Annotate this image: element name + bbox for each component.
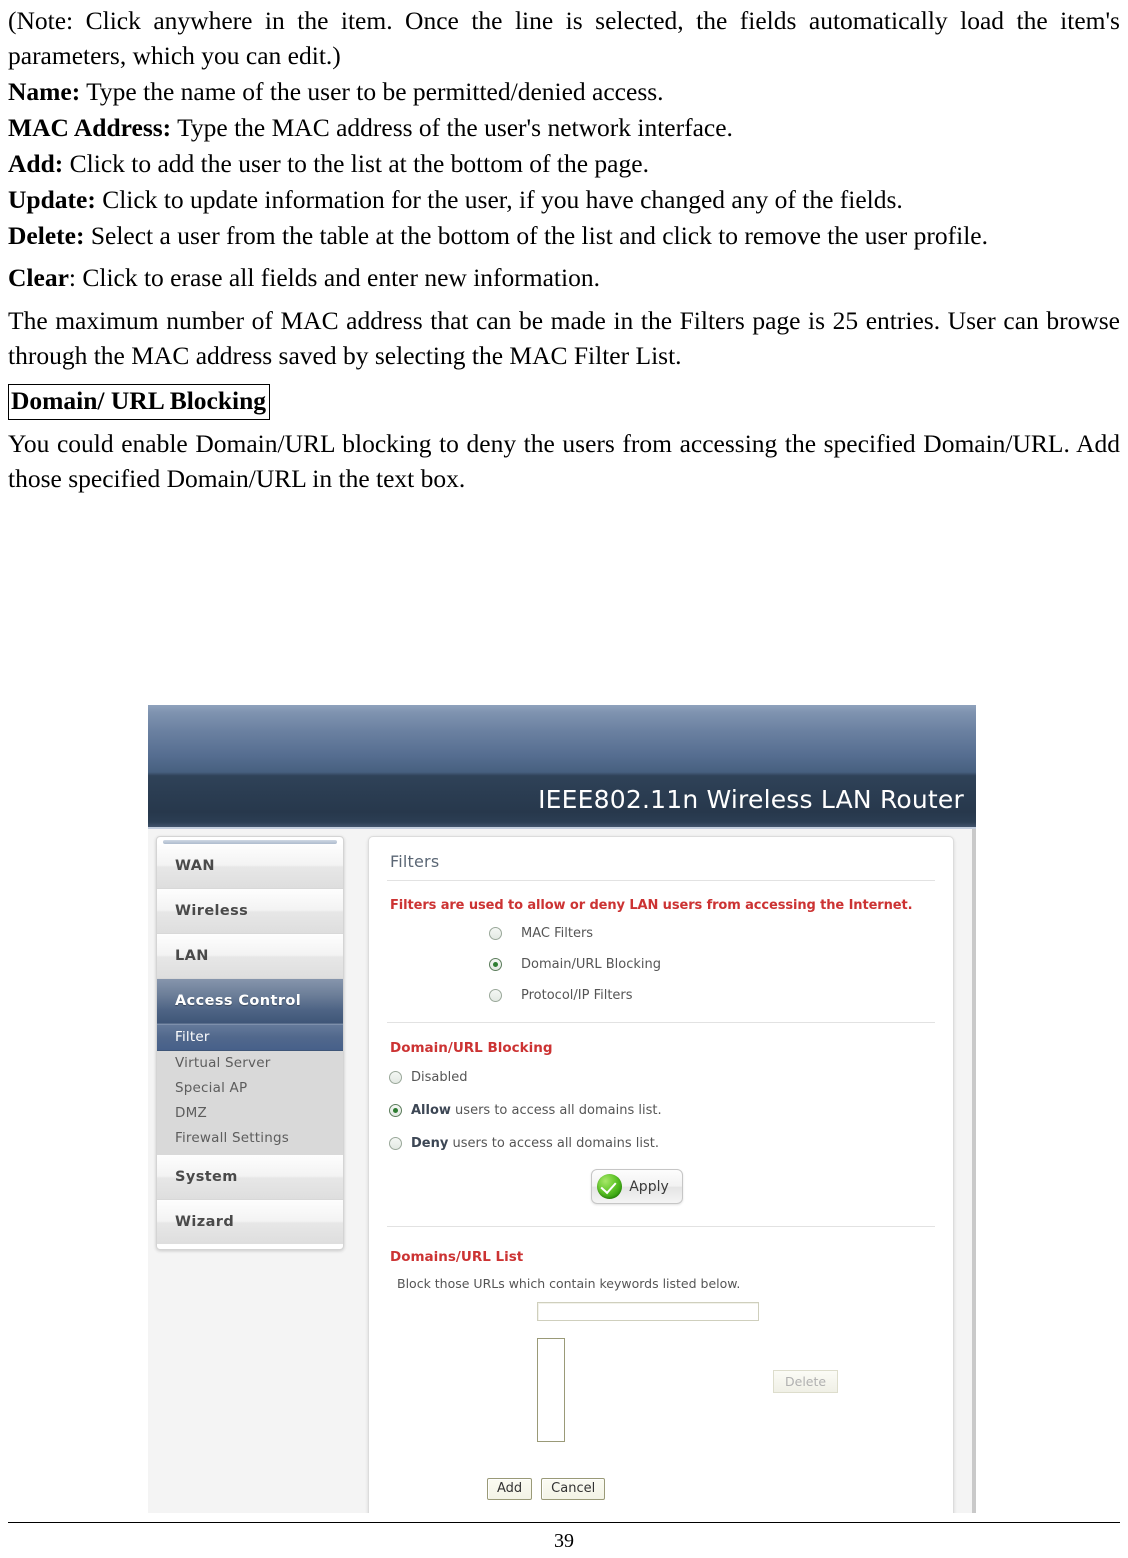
radio-unchecked-icon[interactable] <box>489 927 502 940</box>
content-region: Filters Filters are used to allow or den… <box>352 829 976 1513</box>
term-clear-desc: : Click to erase all fields and enter ne… <box>68 263 600 293</box>
keyword-input[interactable] <box>537 1302 759 1321</box>
sidebar-subnav-access-control: Filter Virtual Server Special AP DMZ Fir… <box>157 1024 343 1155</box>
sidebar-item-access-control[interactable]: Access Control <box>157 979 343 1024</box>
filter-mode-label: Protocol/IP Filters <box>521 988 633 1003</box>
section-divider <box>387 1226 935 1227</box>
blocking-option-rest: users to access all domains list. <box>450 1103 662 1118</box>
document-body: (Note: Click anywhere in the item. Once … <box>8 4 1120 498</box>
paragraph-add: Add: Click to add the user to the list a… <box>8 147 1120 182</box>
filter-mode-mac-filters[interactable]: MAC Filters <box>489 926 935 941</box>
blocking-option-allow[interactable]: Allow users to access all domains list. <box>389 1103 935 1118</box>
sidebar-subitem-special-ap[interactable]: Special AP <box>157 1076 343 1101</box>
radio-checked-icon[interactable] <box>389 1104 402 1117</box>
section-divider <box>387 1022 935 1023</box>
paragraph-note: (Note: Click anywhere in the item. Once … <box>8 6 1120 70</box>
blocking-option-disabled[interactable]: Disabled <box>389 1070 935 1085</box>
radio-unchecked-icon[interactable] <box>389 1071 402 1084</box>
paragraph-max-entries: The maximum number of MAC address that c… <box>8 306 1120 371</box>
footer-rule <box>8 1522 1120 1523</box>
filter-mode-domain-url-blocking[interactable]: Domain/URL Blocking <box>489 957 935 972</box>
sidebar-nav: WAN Wireless LAN Access Control Filter V… <box>156 836 344 1250</box>
domains-list-hint: Block those URLs which contain keywords … <box>397 1276 741 1291</box>
domains-list-controls: Delete <box>387 1302 935 1472</box>
section-heading-domains-list: Domains/URL List <box>390 1249 524 1265</box>
router-body: WAN Wireless LAN Access Control Filter V… <box>148 829 976 1513</box>
radio-unchecked-icon[interactable] <box>389 1137 402 1150</box>
sidebar-item-lan[interactable]: LAN <box>157 934 343 979</box>
apply-button[interactable]: Apply <box>591 1169 683 1204</box>
radio-unchecked-icon[interactable] <box>489 989 502 1002</box>
sidebar-item-wan[interactable]: WAN <box>157 844 343 889</box>
blocking-option-keyword: Allow <box>411 1103 451 1118</box>
blocking-option-label: Allow users to access all domains list. <box>411 1103 662 1118</box>
paragraph-clear: Clear: Click to erase all fields and ent… <box>8 261 1120 296</box>
blocking-option-keyword: Deny <box>411 1136 449 1151</box>
sidebar-subitem-filter[interactable]: Filter <box>157 1024 343 1051</box>
paragraph-update: Update: Click to update information for … <box>8 183 1120 218</box>
term-mac-address-desc: Type the MAC address of the user's netwo… <box>171 112 733 142</box>
sidebar-item-wireless[interactable]: Wireless <box>157 889 343 934</box>
sidebar-subitem-virtual-server[interactable]: Virtual Server <box>157 1051 343 1076</box>
paragraph-name: Name: Type the name of the user to be pe… <box>8 75 1120 110</box>
term-name: Name: <box>8 76 81 106</box>
delete-button[interactable]: Delete <box>773 1370 839 1393</box>
term-delete: Delete: <box>8 220 85 250</box>
term-update: Update: <box>8 184 96 214</box>
sidebar-subitem-firewall-settings[interactable]: Firewall Settings <box>157 1126 343 1151</box>
blocking-option-deny[interactable]: Deny users to access all domains list. <box>389 1136 935 1151</box>
term-mac-address: MAC Address: <box>8 112 172 142</box>
filter-mode-label: Domain/URL Blocking <box>521 957 662 972</box>
paragraph-delete: Delete: Select a user from the table at … <box>8 219 1120 254</box>
paragraph-section-body: You could enable Domain/URL blocking to … <box>8 428 1120 493</box>
blocking-mode-radio-group: Disabled Allow users to access all domai… <box>389 1070 935 1151</box>
paragraph-mac-address: MAC Address: Type the MAC address of the… <box>8 111 1120 146</box>
router-admin-screenshot: IEEE802.11n Wireless LAN Router WAN Wire… <box>148 705 976 1513</box>
sidebar-region: WAN Wireless LAN Access Control Filter V… <box>148 829 352 1513</box>
apply-button-label: Apply <box>629 1178 669 1195</box>
checkmark-icon <box>597 1174 623 1199</box>
sidebar-item-wizard[interactable]: Wizard <box>157 1200 343 1244</box>
term-add-desc: Click to add the user to the list at the… <box>63 148 649 178</box>
sidebar-item-system[interactable]: System <box>157 1155 343 1200</box>
radio-checked-icon[interactable] <box>489 958 502 971</box>
filter-mode-radio-group: MAC Filters Domain/URL Blocking Protocol… <box>489 926 935 1003</box>
filter-mode-protocol-ip-filters[interactable]: Protocol/IP Filters <box>489 988 935 1003</box>
term-delete-desc: Select a user from the table at the bott… <box>84 220 988 250</box>
term-add: Add: <box>8 148 64 178</box>
page-number: 39 <box>554 1530 574 1552</box>
apply-button-row: Apply <box>339 1169 935 1204</box>
term-update-desc: Click to update information for the user… <box>95 184 903 214</box>
keyword-listbox[interactable] <box>537 1338 565 1442</box>
blocking-option-rest: users to access all domains list. <box>448 1136 659 1151</box>
domains-list-button-row: Add Cancel <box>487 1478 935 1500</box>
filter-mode-label: MAC Filters <box>521 926 594 941</box>
router-header-banner: IEEE802.11n Wireless LAN Router <box>148 705 976 829</box>
sidebar-subitem-dmz[interactable]: DMZ <box>157 1101 343 1126</box>
term-name-desc: Type the name of the user to be permitte… <box>80 76 664 106</box>
section-heading-blocking: Domain/URL Blocking <box>390 1040 553 1056</box>
panel-title-filters: Filters <box>387 850 935 881</box>
router-product-title: IEEE802.11n Wireless LAN Router <box>538 785 964 814</box>
term-clear: Clear <box>8 263 69 293</box>
blocking-option-label: Deny users to access all domains list. <box>411 1136 659 1151</box>
section-heading-domain-url-blocking: Domain/ URL Blocking <box>8 384 271 420</box>
filters-panel: Filters Filters are used to allow or den… <box>368 836 954 1513</box>
blocking-option-label: Disabled <box>411 1070 468 1085</box>
filters-lead-text: Filters are used to allow or deny LAN us… <box>390 898 913 913</box>
cancel-button[interactable]: Cancel <box>541 1478 606 1500</box>
add-button[interactable]: Add <box>487 1478 533 1500</box>
